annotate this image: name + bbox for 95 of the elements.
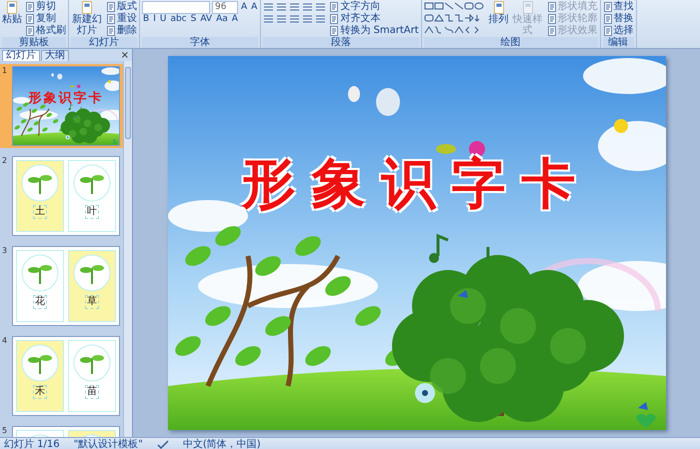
- document-icon: [546, 2, 557, 12]
- group-label: 幻灯片: [71, 37, 137, 48]
- ribbon-button[interactable]: 重设: [106, 13, 137, 25]
- character-label: 土: [33, 205, 47, 219]
- plant-icon: [73, 254, 111, 292]
- document-icon: [602, 14, 613, 24]
- document-icon: [81, 1, 93, 14]
- panel-tab[interactable]: 大纲: [41, 50, 69, 61]
- document-icon: [492, 1, 505, 14]
- slide-number: 4: [2, 336, 8, 347]
- document-icon: [329, 2, 340, 12]
- spell-check-icon[interactable]: [156, 440, 169, 449]
- document-icon: [106, 26, 116, 36]
- font-size-button[interactable]: A: [240, 2, 248, 12]
- plant-icon: [73, 164, 111, 202]
- slide-title: 形象识字卡: [240, 150, 592, 217]
- document-icon: [25, 14, 35, 24]
- ribbon-button[interactable]: 格式刷: [25, 25, 66, 37]
- document-icon: [546, 14, 557, 24]
- format-button[interactable]: U: [158, 14, 168, 24]
- group-label: 绘图: [424, 37, 598, 48]
- document-icon: [106, 14, 116, 24]
- paragraph-icon[interactable]: [302, 14, 314, 24]
- ribbon-button[interactable]: 新建幻灯片: [71, 1, 103, 36]
- group-label: 字体: [142, 37, 258, 48]
- slide-number: 3: [2, 246, 8, 257]
- slide-number: 2: [2, 156, 8, 167]
- paragraph-icon[interactable]: [289, 14, 300, 24]
- ribbon-button[interactable]: 粘贴: [2, 1, 22, 25]
- ribbon-button[interactable]: 查找: [602, 1, 634, 13]
- paragraph-icon[interactable]: [302, 2, 314, 12]
- slide-list-item[interactable]: 1 形象识字卡: [0, 64, 123, 148]
- document-icon: [25, 26, 35, 36]
- paragraph-icon[interactable]: [315, 14, 326, 24]
- format-button[interactable]: I: [152, 14, 157, 24]
- paragraph-icon[interactable]: [315, 2, 326, 12]
- ribbon-button[interactable]: 版式: [106, 1, 137, 13]
- plant-icon: [21, 164, 59, 202]
- document-icon: [25, 2, 35, 12]
- slide-list-item[interactable]: 3 花 草: [0, 244, 123, 328]
- scrollbar[interactable]: [123, 61, 132, 437]
- font-field[interactable]: [142, 0, 210, 14]
- character-label: 禾: [33, 385, 47, 399]
- ribbon-button[interactable]: 复制: [25, 13, 66, 25]
- slide-list-item[interactable]: 2 土 叶: [0, 154, 123, 238]
- close-button[interactable]: ×: [118, 51, 132, 61]
- ribbon-button[interactable]: 对齐文本: [329, 13, 419, 25]
- format-button[interactable]: B: [142, 14, 150, 24]
- plant-icon: [21, 344, 59, 382]
- document-icon: [522, 1, 534, 14]
- panel-tab[interactable]: 幻灯片: [2, 50, 40, 61]
- ribbon-button[interactable]: 转换为 SmartArt: [329, 25, 419, 37]
- document-icon: [106, 2, 116, 12]
- document-icon: [329, 26, 340, 36]
- paragraph-icon[interactable]: [276, 14, 288, 24]
- font-size-field[interactable]: 96: [212, 0, 238, 14]
- group-label: 段落: [263, 37, 419, 48]
- format-button[interactable]: S: [190, 14, 198, 24]
- font-size-button[interactable]: A: [250, 2, 258, 12]
- document-icon: [6, 1, 18, 14]
- document-icon: [602, 2, 613, 12]
- ribbon-button[interactable]: 剪切: [25, 1, 66, 13]
- format-button[interactable]: AV: [199, 14, 214, 24]
- slide-counter: 幻灯片 1/16: [4, 438, 60, 449]
- character-label: 草: [85, 295, 99, 309]
- character-label: 叶: [85, 205, 99, 219]
- theme-name: "默认设计模板": [74, 438, 143, 449]
- ribbon-button[interactable]: 选择: [602, 25, 634, 37]
- document-icon: [546, 26, 557, 36]
- format-button[interactable]: A: [230, 14, 239, 24]
- ribbon-button[interactable]: 删除: [106, 25, 137, 37]
- document-icon: [602, 26, 613, 36]
- paragraph-icon[interactable]: [289, 2, 300, 12]
- plant-icon: [73, 344, 111, 382]
- ribbon-button[interactable]: 替换: [602, 13, 634, 25]
- slide-list-item[interactable]: 5: [0, 424, 123, 437]
- format-button[interactable]: abc: [169, 14, 188, 24]
- slide-list-item[interactable]: 4 禾 苗: [0, 334, 123, 418]
- character-label: 苗: [85, 385, 99, 399]
- ribbon-button[interactable]: 排列: [488, 1, 509, 25]
- plant-icon: [21, 254, 59, 292]
- thumbnail-title: 形象识字卡: [28, 90, 104, 107]
- character-label: 花: [33, 295, 47, 309]
- language-label: 中文(简体，中国): [182, 438, 261, 449]
- document-icon: [329, 14, 340, 24]
- format-button[interactable]: Aa: [215, 14, 229, 24]
- slide-number: 1: [2, 66, 8, 77]
- group-label: 剪贴板: [2, 37, 66, 48]
- paragraph-icon[interactable]: [276, 2, 288, 12]
- ribbon-button[interactable]: 文字方向: [329, 1, 419, 13]
- slide-number: 5: [2, 426, 8, 437]
- paragraph-icon[interactable]: [263, 2, 274, 12]
- shape-gallery[interactable]: [424, 1, 486, 35]
- paragraph-icon[interactable]: [263, 14, 274, 24]
- group-label: 编辑: [602, 37, 634, 48]
